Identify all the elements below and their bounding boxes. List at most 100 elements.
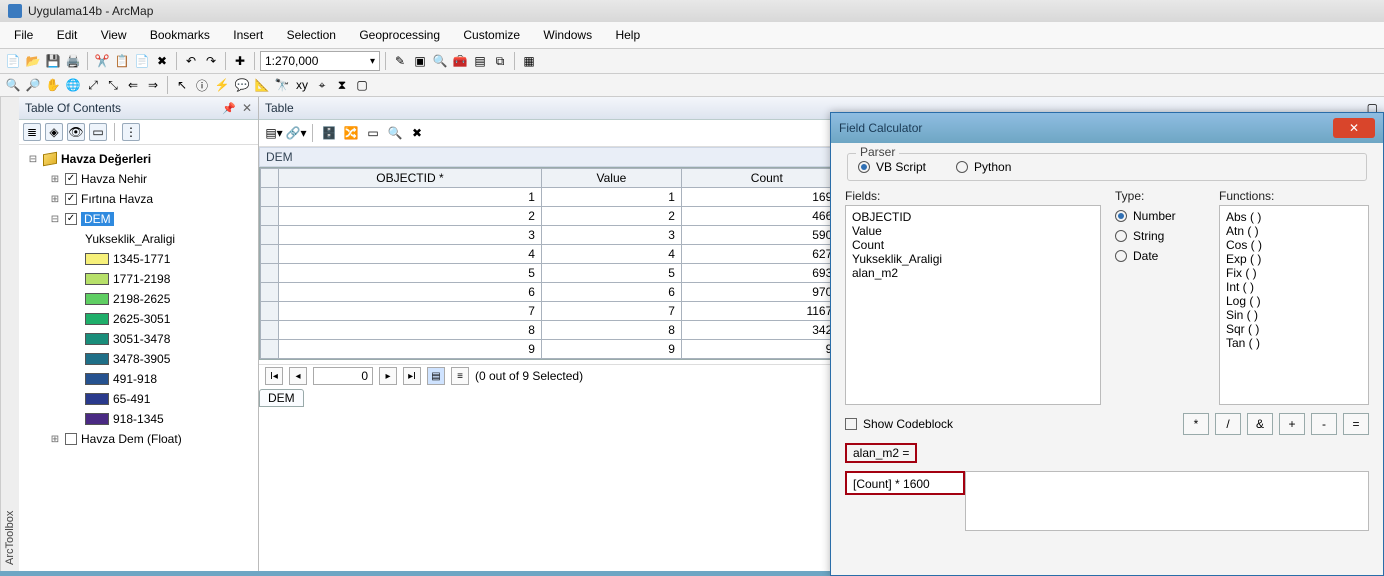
table-options-icon[interactable]: ▤▾ xyxy=(265,124,283,142)
new-icon[interactable]: 📄 xyxy=(4,52,22,70)
fixed-zoom-in-icon[interactable]: ⤢ xyxy=(84,76,102,94)
layer-label[interactable]: Havza Dem (Float) xyxy=(81,432,182,446)
measure-icon[interactable]: 📐 xyxy=(253,76,271,94)
findxy-icon[interactable]: xy xyxy=(293,76,311,94)
goto-xy-icon[interactable]: ⌖ xyxy=(313,76,331,94)
function-item[interactable]: Tan ( ) xyxy=(1226,336,1362,350)
prev-record-icon[interactable]: ◂ xyxy=(289,367,307,385)
identify-icon[interactable]: ⓘ xyxy=(193,76,211,94)
class-label[interactable]: 1345-1771 xyxy=(113,252,170,266)
first-record-icon[interactable]: І◂ xyxy=(265,367,283,385)
function-item[interactable]: Atn ( ) xyxy=(1226,224,1362,238)
select-elements-icon[interactable]: ↖ xyxy=(173,76,191,94)
print-icon[interactable]: 🖨️ xyxy=(64,52,82,70)
row-selector[interactable] xyxy=(261,188,279,207)
checkbox-icon[interactable]: ✓ xyxy=(65,173,77,185)
related-tables-icon[interactable]: 🔗▾ xyxy=(287,124,305,142)
class-label[interactable]: 65-491 xyxy=(113,392,150,406)
data-frame-label[interactable]: Havza Değerleri xyxy=(61,152,151,166)
arctoolbox-tab[interactable]: ArcToolbox xyxy=(0,97,19,571)
class-label[interactable]: 2625-3051 xyxy=(113,312,170,326)
save-icon[interactable]: 💾 xyxy=(44,52,62,70)
class-label[interactable]: 2198-2625 xyxy=(113,292,170,306)
function-item[interactable]: Sqr ( ) xyxy=(1226,322,1362,336)
type-date[interactable]: Date xyxy=(1115,249,1205,263)
row-selector[interactable] xyxy=(261,245,279,264)
field-item[interactable]: Yukseklik_Araligi xyxy=(852,252,1094,266)
column-header[interactable]: Count xyxy=(681,169,852,188)
function-item[interactable]: Int ( ) xyxy=(1226,280,1362,294)
class-label[interactable]: 3051-3478 xyxy=(113,332,170,346)
field-item[interactable]: Value xyxy=(852,224,1094,238)
menu-windows[interactable]: Windows xyxy=(533,26,602,44)
row-selector[interactable] xyxy=(261,340,279,359)
menu-selection[interactable]: Selection xyxy=(277,26,346,44)
paste-icon[interactable]: 📄 xyxy=(133,52,151,70)
prev-extent-icon[interactable]: ⇐ xyxy=(124,76,142,94)
menu-file[interactable]: File xyxy=(4,26,43,44)
zoom-in-icon[interactable]: 🔍 xyxy=(4,76,22,94)
search-icon[interactable]: 🔍 xyxy=(431,52,449,70)
class-label[interactable]: 918-1345 xyxy=(113,412,164,426)
full-extent-icon[interactable]: 🌐 xyxy=(64,76,82,94)
menu-geoprocessing[interactable]: Geoprocessing xyxy=(349,26,450,44)
expression-input[interactable]: [Count] * 1600 xyxy=(845,471,965,495)
function-item[interactable]: Cos ( ) xyxy=(1226,238,1362,252)
layer-label[interactable]: DEM xyxy=(81,212,114,226)
operator-button[interactable]: - xyxy=(1311,413,1337,435)
scale-combo[interactable]: 1:270,000 ▾ xyxy=(260,51,380,71)
field-item[interactable]: OBJECTID xyxy=(852,210,1094,224)
row-selector[interactable] xyxy=(261,302,279,321)
show-codeblock-row[interactable]: Show Codeblock xyxy=(845,417,953,431)
checkbox-icon[interactable]: ✓ xyxy=(65,193,77,205)
fields-listbox[interactable]: OBJECTIDValueCountYukseklik_Araligialan_… xyxy=(845,205,1101,405)
table-tab-dem[interactable]: DEM xyxy=(259,389,304,407)
time-slider-icon[interactable]: ⧗ xyxy=(333,76,351,94)
checkbox-icon[interactable] xyxy=(65,433,77,445)
layer-label[interactable]: Havza Nehir xyxy=(81,172,147,186)
pan-icon[interactable]: ✋ xyxy=(44,76,62,94)
pin-icon[interactable]: 📌 xyxy=(222,102,236,115)
zoom-out-icon[interactable]: 🔎 xyxy=(24,76,42,94)
fc-close-button[interactable]: ✕ xyxy=(1333,118,1375,138)
viewer-icon[interactable]: ▢ xyxy=(353,76,371,94)
class-label[interactable]: 3478-3905 xyxy=(113,352,170,366)
type-string[interactable]: String xyxy=(1115,229,1205,243)
menu-edit[interactable]: Edit xyxy=(47,26,88,44)
field-item[interactable]: Count xyxy=(852,238,1094,252)
cut-icon[interactable]: ✂️ xyxy=(93,52,111,70)
layer-label[interactable]: Fırtına Havza xyxy=(81,192,153,206)
next-extent-icon[interactable]: ⇒ xyxy=(144,76,162,94)
function-item[interactable]: Exp ( ) xyxy=(1226,252,1362,266)
catalog-icon[interactable]: ▣ xyxy=(411,52,429,70)
close-icon[interactable]: ✕ xyxy=(242,101,252,115)
menu-bookmarks[interactable]: Bookmarks xyxy=(140,26,220,44)
parser-python[interactable]: Python xyxy=(956,160,1011,174)
class-label[interactable]: 491-918 xyxy=(113,372,157,386)
select-by-attributes-icon[interactable]: 🗄️ xyxy=(320,124,338,142)
column-header[interactable]: Value xyxy=(541,169,681,188)
misc-icon[interactable]: ▦ xyxy=(520,52,538,70)
add-data-icon[interactable]: ✚ xyxy=(231,52,249,70)
menu-help[interactable]: Help xyxy=(605,26,650,44)
delete-icon[interactable]: ✖ xyxy=(153,52,171,70)
operator-button[interactable]: * xyxy=(1183,413,1209,435)
function-item[interactable]: Abs ( ) xyxy=(1226,210,1362,224)
functions-listbox[interactable]: Abs ( )Atn ( )Cos ( )Exp ( )Fix ( )Int (… xyxy=(1219,205,1369,405)
menu-insert[interactable]: Insert xyxy=(223,26,273,44)
clear-selection-icon[interactable]: ▭ xyxy=(364,124,382,142)
row-selector[interactable] xyxy=(261,207,279,226)
row-selector[interactable] xyxy=(261,321,279,340)
copy-icon[interactable]: 📋 xyxy=(113,52,131,70)
list-by-source-icon[interactable]: ◈ xyxy=(45,123,63,141)
modelbuilder-icon[interactable]: ⧉ xyxy=(491,52,509,70)
delete-selected-icon[interactable]: ✖ xyxy=(408,124,426,142)
redo-icon[interactable]: ↷ xyxy=(202,52,220,70)
function-item[interactable]: Fix ( ) xyxy=(1226,266,1362,280)
list-by-drawing-order-icon[interactable]: ≣ xyxy=(23,123,41,141)
column-header[interactable]: OBJECTID * xyxy=(279,169,542,188)
last-record-icon[interactable]: ▸І xyxy=(403,367,421,385)
open-icon[interactable]: 📂 xyxy=(24,52,42,70)
html-popup-icon[interactable]: 💬 xyxy=(233,76,251,94)
hyperlink-icon[interactable]: ⚡ xyxy=(213,76,231,94)
